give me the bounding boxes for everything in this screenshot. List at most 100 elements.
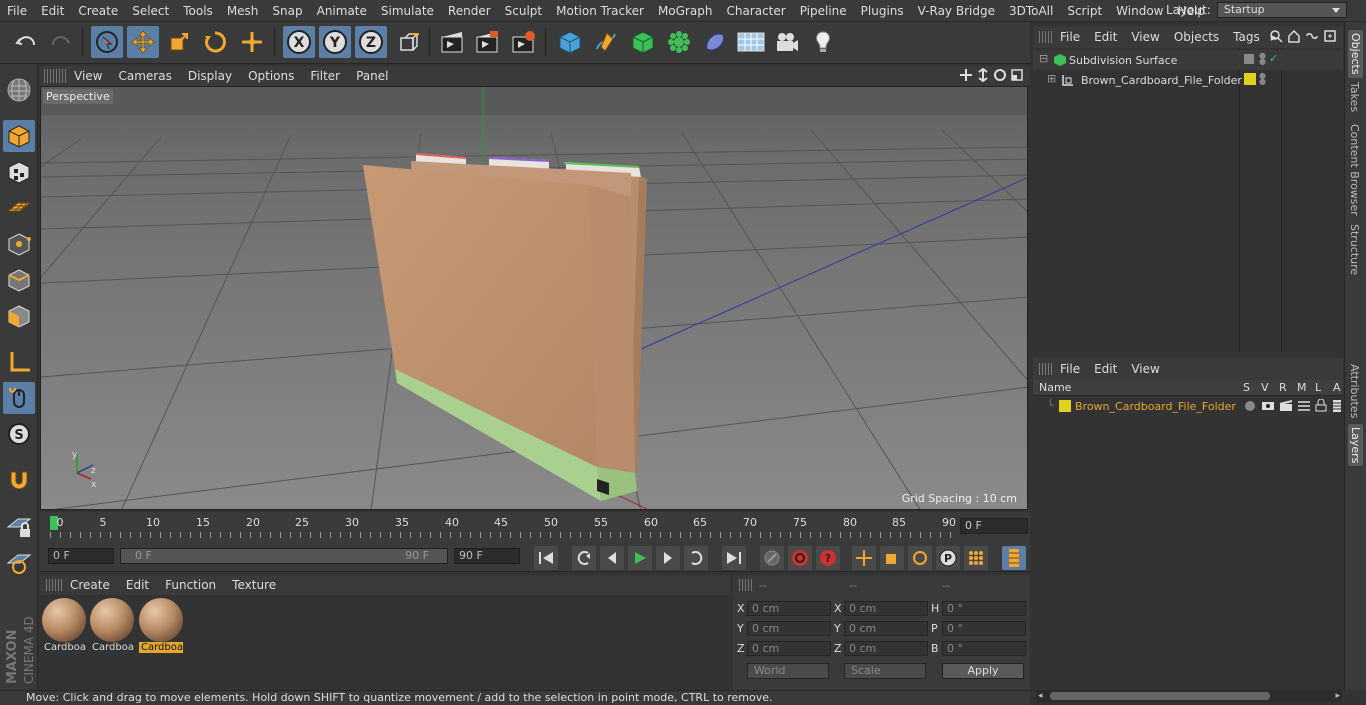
mat-menu-function[interactable]: Function [157, 578, 224, 592]
animation-icon[interactable] [1332, 399, 1342, 413]
go-to-end-icon[interactable] [722, 546, 746, 570]
layer-row[interactable]: └ Brown_Cardboard_File_Folder [1033, 397, 1343, 417]
cloner-icon[interactable] [663, 26, 695, 58]
size-x-field[interactable]: 0 cm [844, 601, 928, 616]
tab-layers[interactable]: Layers [1348, 424, 1363, 467]
menu-window[interactable]: Window [1109, 4, 1170, 18]
menu-mograph[interactable]: MoGraph [651, 4, 720, 18]
key-parameter-icon[interactable]: P [936, 546, 960, 570]
layer-menu-view[interactable]: View [1124, 362, 1166, 376]
autokey-icon[interactable] [788, 546, 812, 570]
current-frame-field[interactable]: 0 F [960, 518, 1028, 534]
orbit-view-icon[interactable] [993, 68, 1007, 82]
light-object-icon[interactable] [807, 26, 839, 58]
obj-menu-tags[interactable]: Tags [1226, 30, 1267, 44]
render-settings-icon[interactable] [507, 26, 539, 58]
menu-animate[interactable]: Animate [310, 4, 374, 18]
camera-object-icon[interactable] [771, 26, 803, 58]
previous-frame-icon[interactable] [600, 546, 624, 570]
rotation-b-field[interactable]: 0 ° [942, 641, 1026, 656]
timeline-toggle-icon[interactable] [1002, 546, 1026, 570]
play-icon[interactable] [628, 546, 652, 570]
menu-tools[interactable]: Tools [176, 4, 220, 18]
x-axis-lock-icon[interactable]: X [283, 26, 315, 58]
col-view[interactable]: V [1261, 381, 1269, 394]
layer-menu-edit[interactable]: Edit [1087, 362, 1124, 376]
menu-render[interactable]: Render [441, 4, 498, 18]
size-y-field[interactable]: 0 cm [844, 621, 928, 636]
size-z-field[interactable]: 0 cm [844, 641, 928, 656]
apply-button[interactable]: Apply [942, 663, 1024, 679]
render-picture-viewer-icon[interactable] [471, 26, 503, 58]
menu-pipeline[interactable]: Pipeline [793, 4, 854, 18]
make-editable-icon[interactable] [3, 74, 35, 106]
layout-dropdown[interactable]: Startup [1216, 2, 1347, 18]
next-frame-icon[interactable] [656, 546, 680, 570]
menu-sculpt[interactable]: Sculpt [498, 4, 549, 18]
col-solo[interactable]: S [1243, 381, 1250, 394]
visibility-dots-icon[interactable]: ● ● [1259, 72, 1266, 86]
render-tag-icon[interactable] [1244, 54, 1254, 64]
zoom-view-icon[interactable] [976, 68, 990, 82]
size-mode-dropdown[interactable]: Scale [844, 663, 926, 679]
menu-edit[interactable]: Edit [34, 4, 71, 18]
expand-toggle-icon[interactable]: ⊞ [1047, 72, 1056, 85]
enabled-check-icon[interactable]: ✓ [1269, 52, 1278, 65]
edges-mode-icon[interactable] [3, 264, 35, 296]
menu-plugins[interactable]: Plugins [854, 4, 911, 18]
start-frame-field[interactable]: 0 F [48, 548, 114, 564]
link-icon[interactable] [1305, 29, 1319, 43]
y-axis-lock-icon[interactable]: Y [319, 26, 351, 58]
key-pla-icon[interactable] [964, 546, 988, 570]
tweak-mode-icon[interactable] [3, 382, 35, 414]
col-animation[interactable]: A [1333, 381, 1341, 394]
horizontal-scrollbar[interactable]: ◂ ▸ [1036, 690, 1342, 702]
menu-character[interactable]: Character [719, 4, 792, 18]
subdivision-surface-icon[interactable] [627, 26, 659, 58]
cube-object-icon[interactable] [554, 26, 586, 58]
material-swatch[interactable]: Cardboa [42, 598, 86, 658]
menu-3dtoall[interactable]: 3DToAll [1002, 4, 1060, 18]
rotate-tool-icon[interactable] [199, 26, 231, 58]
obj-menu-file[interactable]: File [1053, 30, 1087, 44]
manager-icon[interactable] [1297, 400, 1311, 412]
z-axis-lock-icon[interactable]: Z [355, 26, 387, 58]
floor-environment-icon[interactable] [735, 26, 767, 58]
layer-color-swatch[interactable] [1244, 73, 1256, 85]
vp-menu-view[interactable]: View [66, 69, 110, 83]
menu-snap[interactable]: Snap [265, 4, 309, 18]
end-frame-field[interactable]: 90 F [454, 548, 520, 564]
mat-menu-edit[interactable]: Edit [118, 578, 157, 592]
new-window-icon[interactable] [1323, 29, 1337, 43]
menu-simulate[interactable]: Simulate [374, 4, 441, 18]
axis-mode-icon[interactable] [3, 346, 35, 378]
frame-range-slider[interactable]: 0 F 90 F [120, 548, 448, 564]
vp-menu-cameras[interactable]: Cameras [110, 69, 179, 83]
visibility-dots-icon[interactable]: ● ● [1259, 52, 1266, 66]
model-mode-icon[interactable] [3, 120, 35, 152]
obj-menu-view[interactable]: View [1124, 30, 1166, 44]
rotation-p-field[interactable]: 0 ° [942, 621, 1026, 636]
timeline-ruler[interactable]: 0 5 10 15 20 25 30 35 40 45 50 55 60 65 … [40, 512, 1030, 544]
polygons-mode-icon[interactable] [3, 300, 35, 332]
workplane-lock-icon[interactable] [3, 510, 35, 542]
render-clapper-icon[interactable] [1279, 400, 1293, 412]
eye-icon[interactable] [1261, 400, 1275, 412]
material-swatch[interactable]: Cardboa [90, 598, 134, 658]
rotate-workplane-icon[interactable] [3, 546, 35, 578]
menu-file[interactable]: File [0, 4, 34, 18]
position-x-field[interactable]: 0 cm [747, 601, 831, 616]
texture-mode-icon[interactable] [3, 156, 35, 188]
rotation-h-field[interactable]: 0 ° [942, 601, 1026, 616]
col-manager[interactable]: M [1297, 381, 1307, 394]
menu-script[interactable]: Script [1060, 4, 1109, 18]
coordinate-system-icon[interactable] [393, 26, 425, 58]
snapping-icon[interactable]: S [3, 418, 35, 450]
magnet-icon[interactable] [3, 464, 35, 496]
pen-spline-icon[interactable] [590, 26, 622, 58]
layer-color-swatch[interactable] [1059, 400, 1071, 412]
workplane-icon[interactable] [3, 192, 35, 224]
live-selection-icon[interactable] [91, 26, 123, 58]
menu-mesh[interactable]: Mesh [220, 4, 266, 18]
redo-icon[interactable] [45, 26, 77, 58]
